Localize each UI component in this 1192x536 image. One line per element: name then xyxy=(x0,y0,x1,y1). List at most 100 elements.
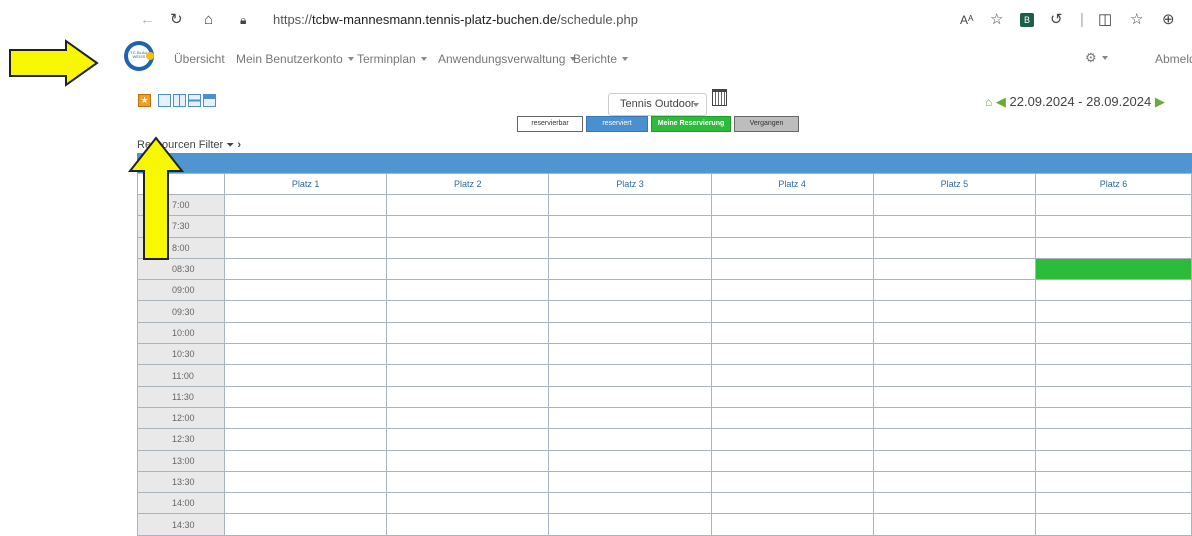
reservable-slot[interactable] xyxy=(710,492,874,515)
reservable-slot[interactable] xyxy=(548,257,712,281)
reservable-slot[interactable] xyxy=(548,279,712,302)
reservable-slot[interactable] xyxy=(872,513,1037,536)
favorites-list-icon[interactable]: ☆ xyxy=(1130,11,1143,29)
reservable-slot[interactable] xyxy=(1035,300,1192,323)
reservable-slot[interactable] xyxy=(710,279,874,302)
favorite-icon[interactable]: ☆ xyxy=(990,11,1003,29)
nav-my-account[interactable]: Mein Benutzerkonto xyxy=(236,52,354,66)
reservable-slot[interactable] xyxy=(223,215,388,238)
reservable-slot[interactable] xyxy=(548,513,712,536)
collections-icon[interactable]: ⊕ xyxy=(1162,11,1175,29)
reservable-slot[interactable] xyxy=(223,300,388,323)
reservable-slot[interactable] xyxy=(223,236,388,259)
reservable-slot[interactable] xyxy=(386,236,550,259)
next-week-arrow-icon[interactable]: ▶ xyxy=(1155,94,1165,109)
reservable-slot[interactable] xyxy=(872,492,1037,515)
reservable-slot[interactable] xyxy=(1035,492,1192,515)
reservable-slot[interactable] xyxy=(1035,236,1192,259)
reservable-slot[interactable] xyxy=(872,193,1037,217)
previous-week-arrow-icon[interactable]: ◀ xyxy=(996,94,1006,109)
reservable-slot[interactable] xyxy=(548,492,712,515)
reservable-slot[interactable] xyxy=(872,364,1037,387)
logout-link[interactable]: Abmelde xyxy=(1155,52,1192,66)
reservable-slot[interactable] xyxy=(710,343,874,366)
reservable-slot[interactable] xyxy=(548,470,712,494)
reservable-slot[interactable] xyxy=(710,236,874,259)
reservable-slot[interactable] xyxy=(223,449,388,472)
reservable-slot[interactable] xyxy=(710,193,874,217)
reservable-slot[interactable] xyxy=(386,428,550,451)
reservable-slot[interactable] xyxy=(386,257,550,281)
reservable-slot[interactable] xyxy=(710,215,874,238)
nav-reports[interactable]: Berichte xyxy=(573,52,629,66)
reservable-slot[interactable] xyxy=(223,492,388,515)
reservable-slot[interactable] xyxy=(872,470,1037,494)
reservable-slot[interactable] xyxy=(872,215,1037,238)
reservable-slot[interactable] xyxy=(548,215,712,238)
reservable-slot[interactable] xyxy=(548,449,712,472)
back-icon[interactable]: ← xyxy=(140,11,155,29)
reservable-slot[interactable] xyxy=(1035,513,1192,536)
copilot-icon[interactable]: ↺ xyxy=(1050,11,1063,29)
reservable-slot[interactable] xyxy=(386,300,550,323)
reservable-slot[interactable] xyxy=(386,215,550,238)
reservable-slot[interactable] xyxy=(223,513,388,536)
reservable-slot[interactable] xyxy=(710,428,874,451)
reservable-slot[interactable] xyxy=(710,449,874,472)
view-list-icon[interactable] xyxy=(188,94,201,107)
reservable-slot[interactable] xyxy=(223,257,388,281)
reservable-slot[interactable] xyxy=(872,236,1037,259)
reservable-slot[interactable] xyxy=(710,385,874,408)
reservable-slot[interactable] xyxy=(1035,428,1192,451)
reservable-slot[interactable] xyxy=(872,406,1037,430)
reservable-slot[interactable] xyxy=(710,470,874,494)
extension-icon[interactable]: B xyxy=(1020,13,1034,27)
settings-menu[interactable]: ⚙ xyxy=(1085,50,1108,66)
reservable-slot[interactable] xyxy=(223,343,388,366)
reservable-slot[interactable] xyxy=(710,300,874,323)
reservable-slot[interactable] xyxy=(386,321,550,345)
read-aloud-icon[interactable]: Aᴬ xyxy=(960,11,973,29)
reservable-slot[interactable] xyxy=(223,279,388,302)
calendar-icon[interactable] xyxy=(712,89,727,106)
reservable-slot[interactable] xyxy=(548,385,712,408)
reservable-slot[interactable] xyxy=(386,193,550,217)
refresh-icon[interactable]: ↻ xyxy=(170,11,183,29)
reservable-slot[interactable] xyxy=(710,321,874,345)
reservable-slot[interactable] xyxy=(548,406,712,430)
reservable-slot[interactable] xyxy=(386,470,550,494)
reservable-slot[interactable] xyxy=(710,406,874,430)
reservable-slot[interactable] xyxy=(1035,343,1192,366)
view-month-icon[interactable] xyxy=(203,94,216,107)
nav-overview[interactable]: Übersicht xyxy=(174,52,225,66)
reservable-slot[interactable] xyxy=(1035,364,1192,387)
reservable-slot[interactable] xyxy=(1035,406,1192,430)
reservable-slot[interactable] xyxy=(872,449,1037,472)
reservable-slot[interactable] xyxy=(710,513,874,536)
nav-app-admin[interactable]: Anwendungsverwaltung xyxy=(438,52,577,66)
reservable-slot[interactable] xyxy=(1035,321,1192,345)
reservable-slot[interactable] xyxy=(548,428,712,451)
address-bar[interactable]: https://tcbw-mannesmann.tennis-platz-buc… xyxy=(273,12,638,27)
my-reservation-slot[interactable] xyxy=(1035,257,1192,281)
reservable-slot[interactable] xyxy=(386,279,550,302)
favorite-star-icon[interactable]: ★ xyxy=(138,94,151,107)
reservable-slot[interactable] xyxy=(386,385,550,408)
reservable-slot[interactable] xyxy=(1035,470,1192,494)
reservable-slot[interactable] xyxy=(872,428,1037,451)
reservable-slot[interactable] xyxy=(223,193,388,217)
reservable-slot[interactable] xyxy=(872,321,1037,345)
reservable-slot[interactable] xyxy=(223,385,388,408)
view-day-icon[interactable] xyxy=(158,94,171,107)
reservable-slot[interactable] xyxy=(1035,193,1192,217)
reservable-slot[interactable] xyxy=(386,449,550,472)
reservable-slot[interactable] xyxy=(548,321,712,345)
reservable-slot[interactable] xyxy=(386,343,550,366)
reservable-slot[interactable] xyxy=(386,492,550,515)
reservable-slot[interactable] xyxy=(548,236,712,259)
home-icon[interactable]: ⌂ xyxy=(204,11,213,29)
reservable-slot[interactable] xyxy=(548,364,712,387)
reservable-slot[interactable] xyxy=(872,300,1037,323)
reservable-slot[interactable] xyxy=(548,343,712,366)
home-icon[interactable]: ⌂ xyxy=(985,95,992,109)
